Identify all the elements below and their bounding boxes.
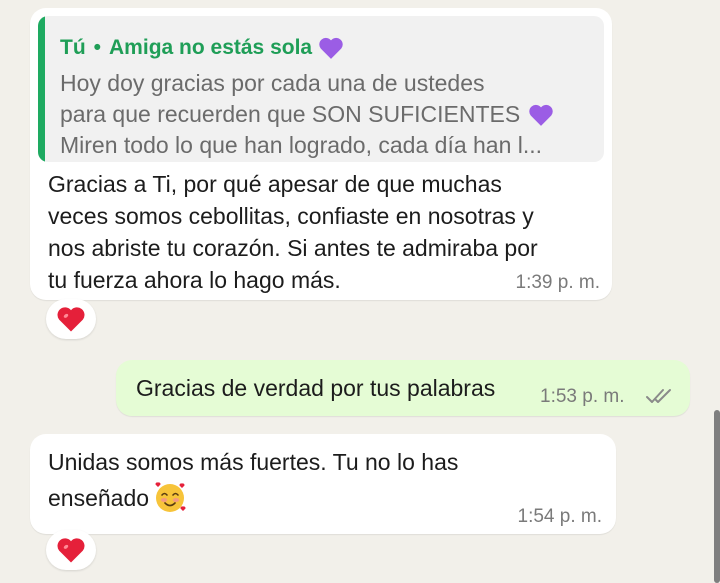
message-line: tu fuerza ahora lo hago más. [48,267,341,293]
quote-accent-bar [38,16,45,162]
message-text: Unidas somos más fuertes. Tu no lo has e… [48,446,458,515]
message-line: Unidas somos más fuertes. Tu no lo has [48,449,459,475]
quoted-line-with-heart: para que recuerden que SON SUFICIENTES [60,99,600,130]
quoted-line: Miren todo lo que han logrado, cada día … [60,132,543,158]
incoming-message-bubble[interactable]: Tú • Amiga no estás sola Hoy doy gracias… [30,8,612,300]
message-line: enseñado [48,485,150,511]
message-timestamp: 1:39 p. m. [515,272,601,293]
message-text: Gracias de verdad por tus palabras [136,375,496,401]
read-double-check-icon [646,389,671,403]
message-line: Gracias a Ti, por qué apesar de que much… [48,171,502,197]
message-reaction[interactable] [46,530,96,570]
quoted-author-line: Tú • Amiga no estás sola [60,36,344,60]
outgoing-message-bubble[interactable]: Gracias de verdad por tus palabras 1:53 … [116,360,690,416]
purple-heart-icon [319,37,343,59]
message-line: nos abriste tu corazón. Si antes te admi… [48,235,538,261]
quoted-separator: • [93,36,102,59]
quoted-title: Amiga no estás sola [109,36,313,59]
red-heart-icon [57,307,85,332]
quoted-line: Hoy doy gracias por cada una de ustedes [60,70,485,96]
message-line-with-emoji: enseñado [48,481,458,515]
incoming-message-bubble[interactable]: Unidas somos más fuertes. Tu no lo has e… [30,434,616,534]
message-timestamp: 1:53 p. m. [540,386,625,407]
message-timestamp: 1:54 p. m. [517,506,603,527]
quoted-line: para que recuerden que SON SUFICIENTES [60,101,521,127]
quoted-message[interactable]: Tú • Amiga no estás sola Hoy doy gracias… [38,16,604,162]
quoted-text: Hoy doy gracias por cada una de ustedes … [60,68,600,161]
quoted-author: Tú [60,36,86,59]
message-line: veces somos cebollitas, confiaste en nos… [48,203,534,229]
message-reaction[interactable] [46,299,96,339]
smiling-face-with-hearts-icon [155,482,186,512]
purple-heart-icon [529,104,553,126]
red-heart-icon [57,538,85,563]
message-text: Gracias a Ti, por qué apesar de que much… [48,168,538,296]
scrollbar[interactable] [714,410,720,583]
